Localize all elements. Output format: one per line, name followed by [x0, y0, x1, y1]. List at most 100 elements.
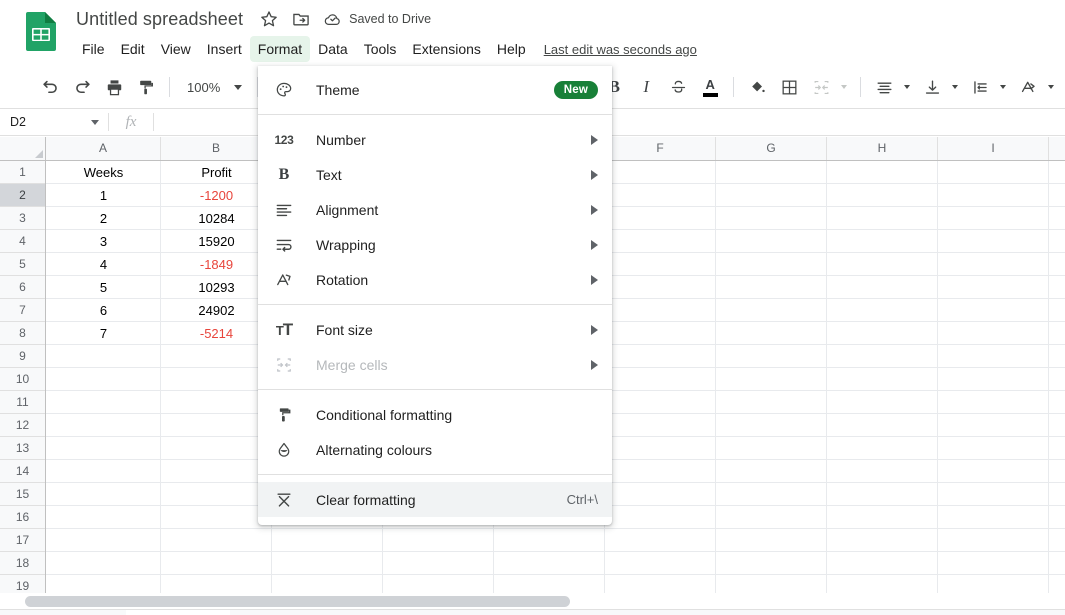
strikethrough-icon[interactable] [664, 73, 692, 101]
row-header-1[interactable]: 1 [0, 161, 45, 184]
cell-B6[interactable]: 10293 [161, 277, 272, 299]
row-header-13[interactable]: 13 [0, 437, 45, 460]
row-header-19[interactable]: 19 [0, 575, 45, 593]
menu-item-label: Alignment [316, 202, 378, 218]
row-header-4[interactable]: 4 [0, 230, 45, 253]
cell-A2[interactable]: 1 [46, 185, 161, 207]
horizontal-align-icon[interactable] [870, 73, 898, 101]
row-header-9[interactable]: 9 [0, 345, 45, 368]
text-wrap-icon[interactable] [966, 73, 994, 101]
move-to-folder-icon[interactable] [291, 9, 311, 29]
redo-icon[interactable] [68, 73, 96, 101]
cell-B1[interactable]: Profit [161, 162, 272, 184]
menu-file[interactable]: File [74, 36, 113, 62]
row-header-8[interactable]: 8 [0, 322, 45, 345]
merge-cells-dropdown [835, 73, 853, 101]
text-rotation-icon[interactable] [1014, 73, 1042, 101]
document-title[interactable]: Untitled spreadsheet [74, 8, 247, 31]
menu-item-alternating-colours[interactable]: Alternating colours [258, 432, 612, 467]
cell-A5[interactable]: 4 [46, 254, 161, 276]
cell-B4[interactable]: 15920 [161, 231, 272, 253]
sheet-tab[interactable] [126, 610, 230, 615]
grid-line-horizontal [46, 574, 1065, 575]
chevron-down-icon [841, 85, 847, 89]
menu-separator [258, 474, 612, 475]
row-header-14[interactable]: 14 [0, 460, 45, 483]
zoom-selector[interactable]: 100% [177, 73, 248, 101]
menu-item-label: Text [316, 167, 342, 183]
merge-cells-icon [272, 353, 296, 377]
menu-item-wrapping[interactable]: Wrapping [258, 227, 612, 262]
save-status[interactable]: Saved to Drive [323, 9, 431, 29]
column-header-G[interactable]: G [716, 137, 827, 160]
borders-icon[interactable] [775, 73, 803, 101]
undo-icon[interactable] [36, 73, 64, 101]
select-all-corner[interactable] [0, 137, 46, 161]
column-header-H[interactable]: H [827, 137, 938, 160]
vertical-align-dropdown[interactable] [946, 73, 964, 101]
cell-B3[interactable]: 10284 [161, 208, 272, 230]
submenu-arrow-icon [591, 360, 598, 370]
menu-extensions[interactable]: Extensions [404, 36, 488, 62]
menu-item-font-size[interactable]: TTFont size [258, 312, 612, 347]
menu-insert[interactable]: Insert [199, 36, 250, 62]
cell-A6[interactable]: 5 [46, 277, 161, 299]
row-header-7[interactable]: 7 [0, 299, 45, 322]
cell-A7[interactable]: 6 [46, 300, 161, 322]
menu-data[interactable]: Data [310, 36, 356, 62]
horizontal-scrollbar-thumb[interactable] [25, 596, 570, 607]
column-header-B[interactable]: B [161, 137, 272, 160]
menu-separator [258, 389, 612, 390]
row-header-3[interactable]: 3 [0, 207, 45, 230]
menu-item-text[interactable]: BText [258, 157, 612, 192]
menu-item-rotation[interactable]: Rotation [258, 262, 612, 297]
row-header-16[interactable]: 16 [0, 506, 45, 529]
row-header-11[interactable]: 11 [0, 391, 45, 414]
menu-help[interactable]: Help [489, 36, 534, 62]
menu-view[interactable]: View [153, 36, 199, 62]
menu-item-alignment[interactable]: Alignment [258, 192, 612, 227]
menu-item-theme[interactable]: ThemeNew [258, 72, 612, 107]
row-header-17[interactable]: 17 [0, 529, 45, 552]
menu-item-label: Conditional formatting [316, 407, 452, 423]
cell-B8[interactable]: -5214 [161, 323, 272, 345]
row-header-6[interactable]: 6 [0, 276, 45, 299]
menu-item-conditional-formatting[interactable]: Conditional formatting [258, 397, 612, 432]
text-rotation-dropdown[interactable] [1042, 73, 1060, 101]
cell-A8[interactable]: 7 [46, 323, 161, 345]
cell-B7[interactable]: 24902 [161, 300, 272, 322]
submenu-arrow-icon [591, 240, 598, 250]
row-header-12[interactable]: 12 [0, 414, 45, 437]
menu-edit[interactable]: Edit [113, 36, 153, 62]
menu-format[interactable]: Format [250, 36, 310, 62]
cell-A3[interactable]: 2 [46, 208, 161, 230]
row-header-15[interactable]: 15 [0, 483, 45, 506]
text-color-icon[interactable]: A [696, 73, 724, 101]
cell-B2[interactable]: -1200 [161, 185, 272, 207]
sheets-doc-icon[interactable] [20, 9, 62, 53]
last-edit-status[interactable]: Last edit was seconds ago [544, 42, 697, 57]
menu-item-number[interactable]: 123Number [258, 122, 612, 157]
column-header-A[interactable]: A [46, 137, 161, 160]
name-box[interactable]: D2 [0, 109, 108, 136]
star-icon[interactable] [259, 9, 279, 29]
menu-item-merge-cells: Merge cells [258, 347, 612, 382]
menu-tools[interactable]: Tools [356, 36, 405, 62]
vertical-align-icon[interactable] [918, 73, 946, 101]
cell-B5[interactable]: -1849 [161, 254, 272, 276]
row-header-2[interactable]: 2 [0, 184, 45, 207]
row-header-18[interactable]: 18 [0, 552, 45, 575]
print-icon[interactable] [100, 73, 128, 101]
menu-item-clear-formatting[interactable]: Clear formattingCtrl+\ [258, 482, 612, 517]
paint-format-icon[interactable] [132, 73, 160, 101]
row-header-10[interactable]: 10 [0, 368, 45, 391]
text-wrap-dropdown[interactable] [994, 73, 1012, 101]
italic-icon[interactable]: I [632, 73, 660, 101]
row-header-5[interactable]: 5 [0, 253, 45, 276]
horizontal-align-dropdown[interactable] [898, 73, 916, 101]
fill-color-icon[interactable] [743, 73, 771, 101]
column-header-I[interactable]: I [938, 137, 1049, 160]
cell-A1[interactable]: Weeks [46, 162, 161, 184]
cell-A4[interactable]: 3 [46, 231, 161, 253]
column-header-F[interactable]: F [605, 137, 716, 160]
